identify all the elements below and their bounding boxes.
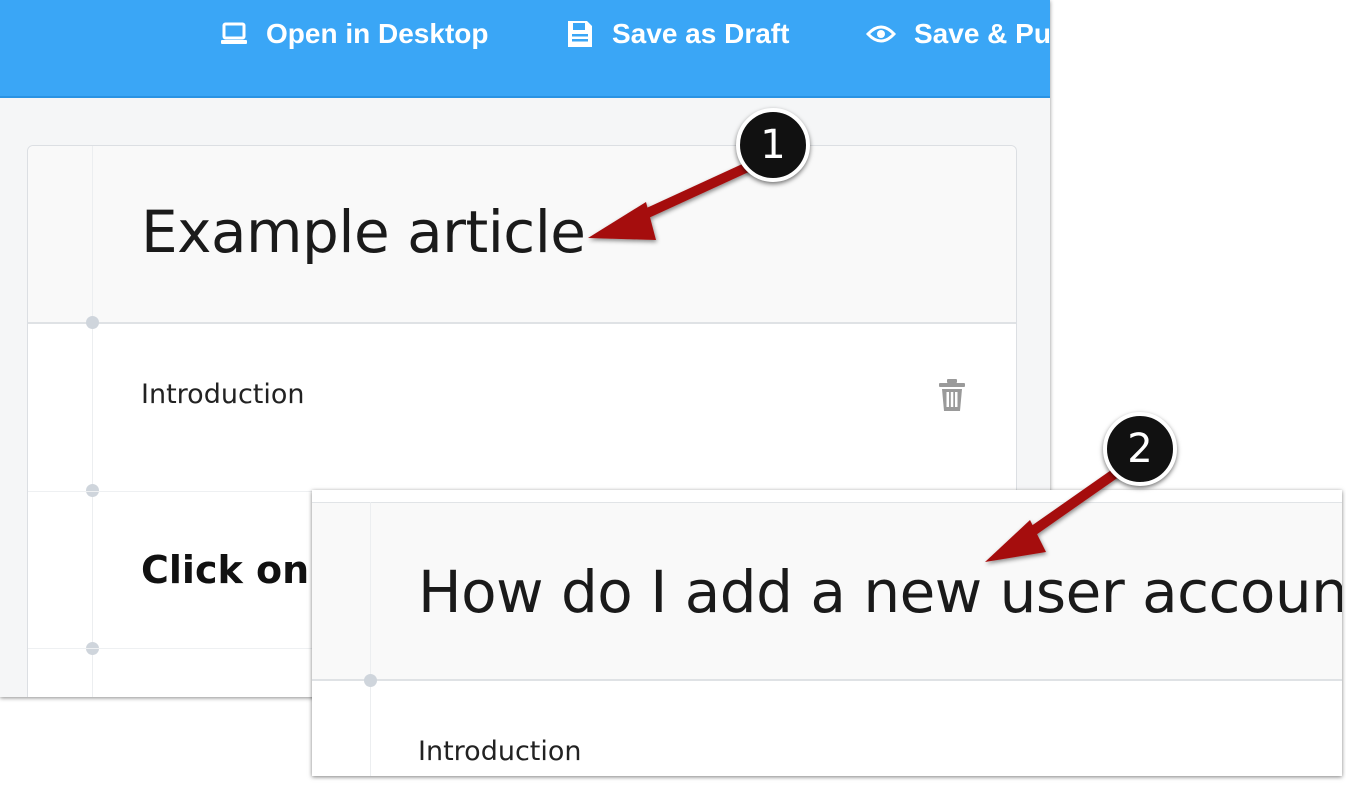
laptop-icon xyxy=(220,21,248,47)
save-and-publish-label: Save & Pu xyxy=(914,18,1050,49)
open-in-desktop-button[interactable]: Open in Desktop xyxy=(220,14,488,54)
floppy-disk-icon xyxy=(566,19,594,49)
front-article-title[interactable]: How do I add a new user account? xyxy=(418,558,1342,626)
annotation-badge-1: 1 xyxy=(736,108,810,182)
open-in-desktop-label: Open in Desktop xyxy=(266,18,489,49)
block-handle[interactable] xyxy=(364,674,377,687)
editor-gutter xyxy=(370,502,371,776)
save-as-draft-label: Save as Draft xyxy=(612,18,790,49)
save-and-publish-button[interactable]: Save & Pu xyxy=(866,14,1050,54)
article-title[interactable]: Example article xyxy=(141,198,586,266)
block-handle[interactable] xyxy=(86,316,99,329)
editor-toolbar: Open in Desktop Save as Draft Save & Pu xyxy=(0,0,1050,98)
save-as-draft-button[interactable]: Save as Draft xyxy=(566,14,789,54)
trash-icon[interactable] xyxy=(938,378,966,417)
section-heading-introduction[interactable]: Introduction xyxy=(141,379,305,410)
step-text[interactable]: Click on xyxy=(141,548,309,592)
zoomed-editor-window: How do I add a new user account? Introdu… xyxy=(312,490,1342,776)
eye-icon xyxy=(866,24,896,44)
editor-gutter xyxy=(92,146,93,697)
front-section-heading-introduction[interactable]: Introduction xyxy=(418,736,582,767)
annotation-badge-2: 2 xyxy=(1103,412,1177,486)
